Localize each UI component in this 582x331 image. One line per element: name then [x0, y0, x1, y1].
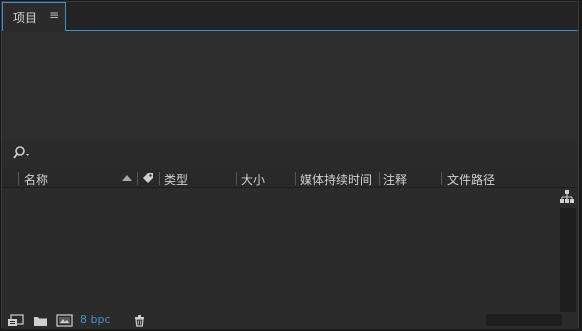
vertical-scrollbar[interactable] [560, 208, 576, 312]
column-separator[interactable] [441, 172, 442, 185]
delete-icon[interactable] [133, 314, 146, 327]
new-composition-icon[interactable] [56, 314, 73, 327]
project-panel: 项目 ≡ 名称 类型 大小 媒体持续时间 注释 文件路径 8 bpc [1, 1, 579, 329]
new-folder-icon[interactable] [33, 314, 48, 327]
label-tag-icon[interactable] [141, 171, 155, 185]
column-separator[interactable] [137, 172, 138, 185]
column-separator[interactable] [18, 172, 19, 185]
panel-footer: 8 bpc [2, 312, 578, 329]
column-header-comment[interactable]: 注释 [383, 171, 407, 188]
column-header-type[interactable]: 类型 [164, 171, 188, 188]
column-separator[interactable] [379, 172, 380, 185]
bit-depth-button[interactable]: 8 bpc [80, 313, 111, 326]
sort-ascending-icon[interactable] [121, 174, 133, 182]
flowchart-icon[interactable] [560, 190, 574, 204]
column-header-name[interactable]: 名称 [24, 171, 48, 188]
horizontal-scrollbar[interactable] [486, 314, 562, 326]
panel-menu-icon[interactable]: ≡ [49, 8, 59, 22]
column-header-duration[interactable]: 媒体持续时间 [300, 171, 372, 188]
interpret-footage-icon[interactable] [7, 314, 24, 327]
thumbnail-preview-area [2, 31, 578, 141]
column-separator[interactable] [236, 172, 237, 185]
column-header-size[interactable]: 大小 [241, 171, 265, 188]
search-bar[interactable] [2, 141, 578, 165]
tab-project[interactable]: 项目 ≡ [2, 2, 66, 31]
column-header-path[interactable]: 文件路径 [447, 171, 495, 188]
tab-label: 项目 [13, 11, 38, 25]
column-separator[interactable] [295, 172, 296, 185]
column-header-row: 名称 类型 大小 媒体持续时间 注释 文件路径 [2, 169, 578, 188]
search-icon[interactable] [12, 145, 32, 161]
panel-tab-bar: 项目 ≡ [2, 2, 578, 31]
column-separator[interactable] [159, 172, 160, 185]
project-items-list[interactable] [2, 188, 578, 313]
